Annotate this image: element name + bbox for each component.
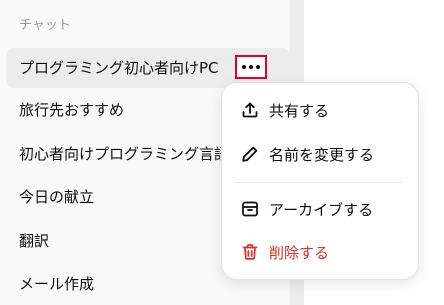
menu-divider — [236, 182, 403, 183]
ellipsis-icon — [242, 65, 246, 69]
menu-item-share[interactable]: 共有する — [222, 92, 418, 128]
more-options-button[interactable] — [235, 55, 267, 79]
trash-icon — [241, 243, 259, 261]
chat-app: チャット プログラミング初心者向けPC 旅行先おすすめ 初心者向けプログラミング… — [0, 0, 444, 305]
chat-item-label: 初心者向けプログラミング言語 — [19, 145, 230, 163]
menu-item-archive[interactable]: アーカイブする — [222, 191, 418, 227]
share-icon — [241, 101, 259, 119]
pencil-icon — [241, 145, 259, 163]
ellipsis-icon — [249, 65, 253, 69]
section-header-chats: チャット — [19, 18, 71, 33]
menu-item-label: 名前を変更する — [269, 145, 375, 164]
menu-item-rename[interactable]: 名前を変更する — [222, 136, 418, 172]
archive-icon — [241, 200, 259, 218]
menu-item-label: 削除する — [269, 243, 330, 262]
chat-item-label: 翻訳 — [19, 232, 50, 250]
ellipsis-icon — [256, 65, 260, 69]
menu-item-delete[interactable]: 削除する — [222, 234, 418, 270]
chat-options-menu: 共有する 名前を変更する アーカイブする 削除する — [221, 82, 419, 280]
chat-item-label: 今日の献立 — [19, 188, 95, 206]
chat-item-label: メール作成 — [19, 275, 95, 293]
chat-item-label: プログラミング初心者向けPC — [19, 59, 219, 77]
menu-item-label: アーカイブする — [269, 200, 374, 219]
menu-item-label: 共有する — [269, 101, 330, 120]
chat-item-label: 旅行先おすすめ — [19, 101, 125, 119]
